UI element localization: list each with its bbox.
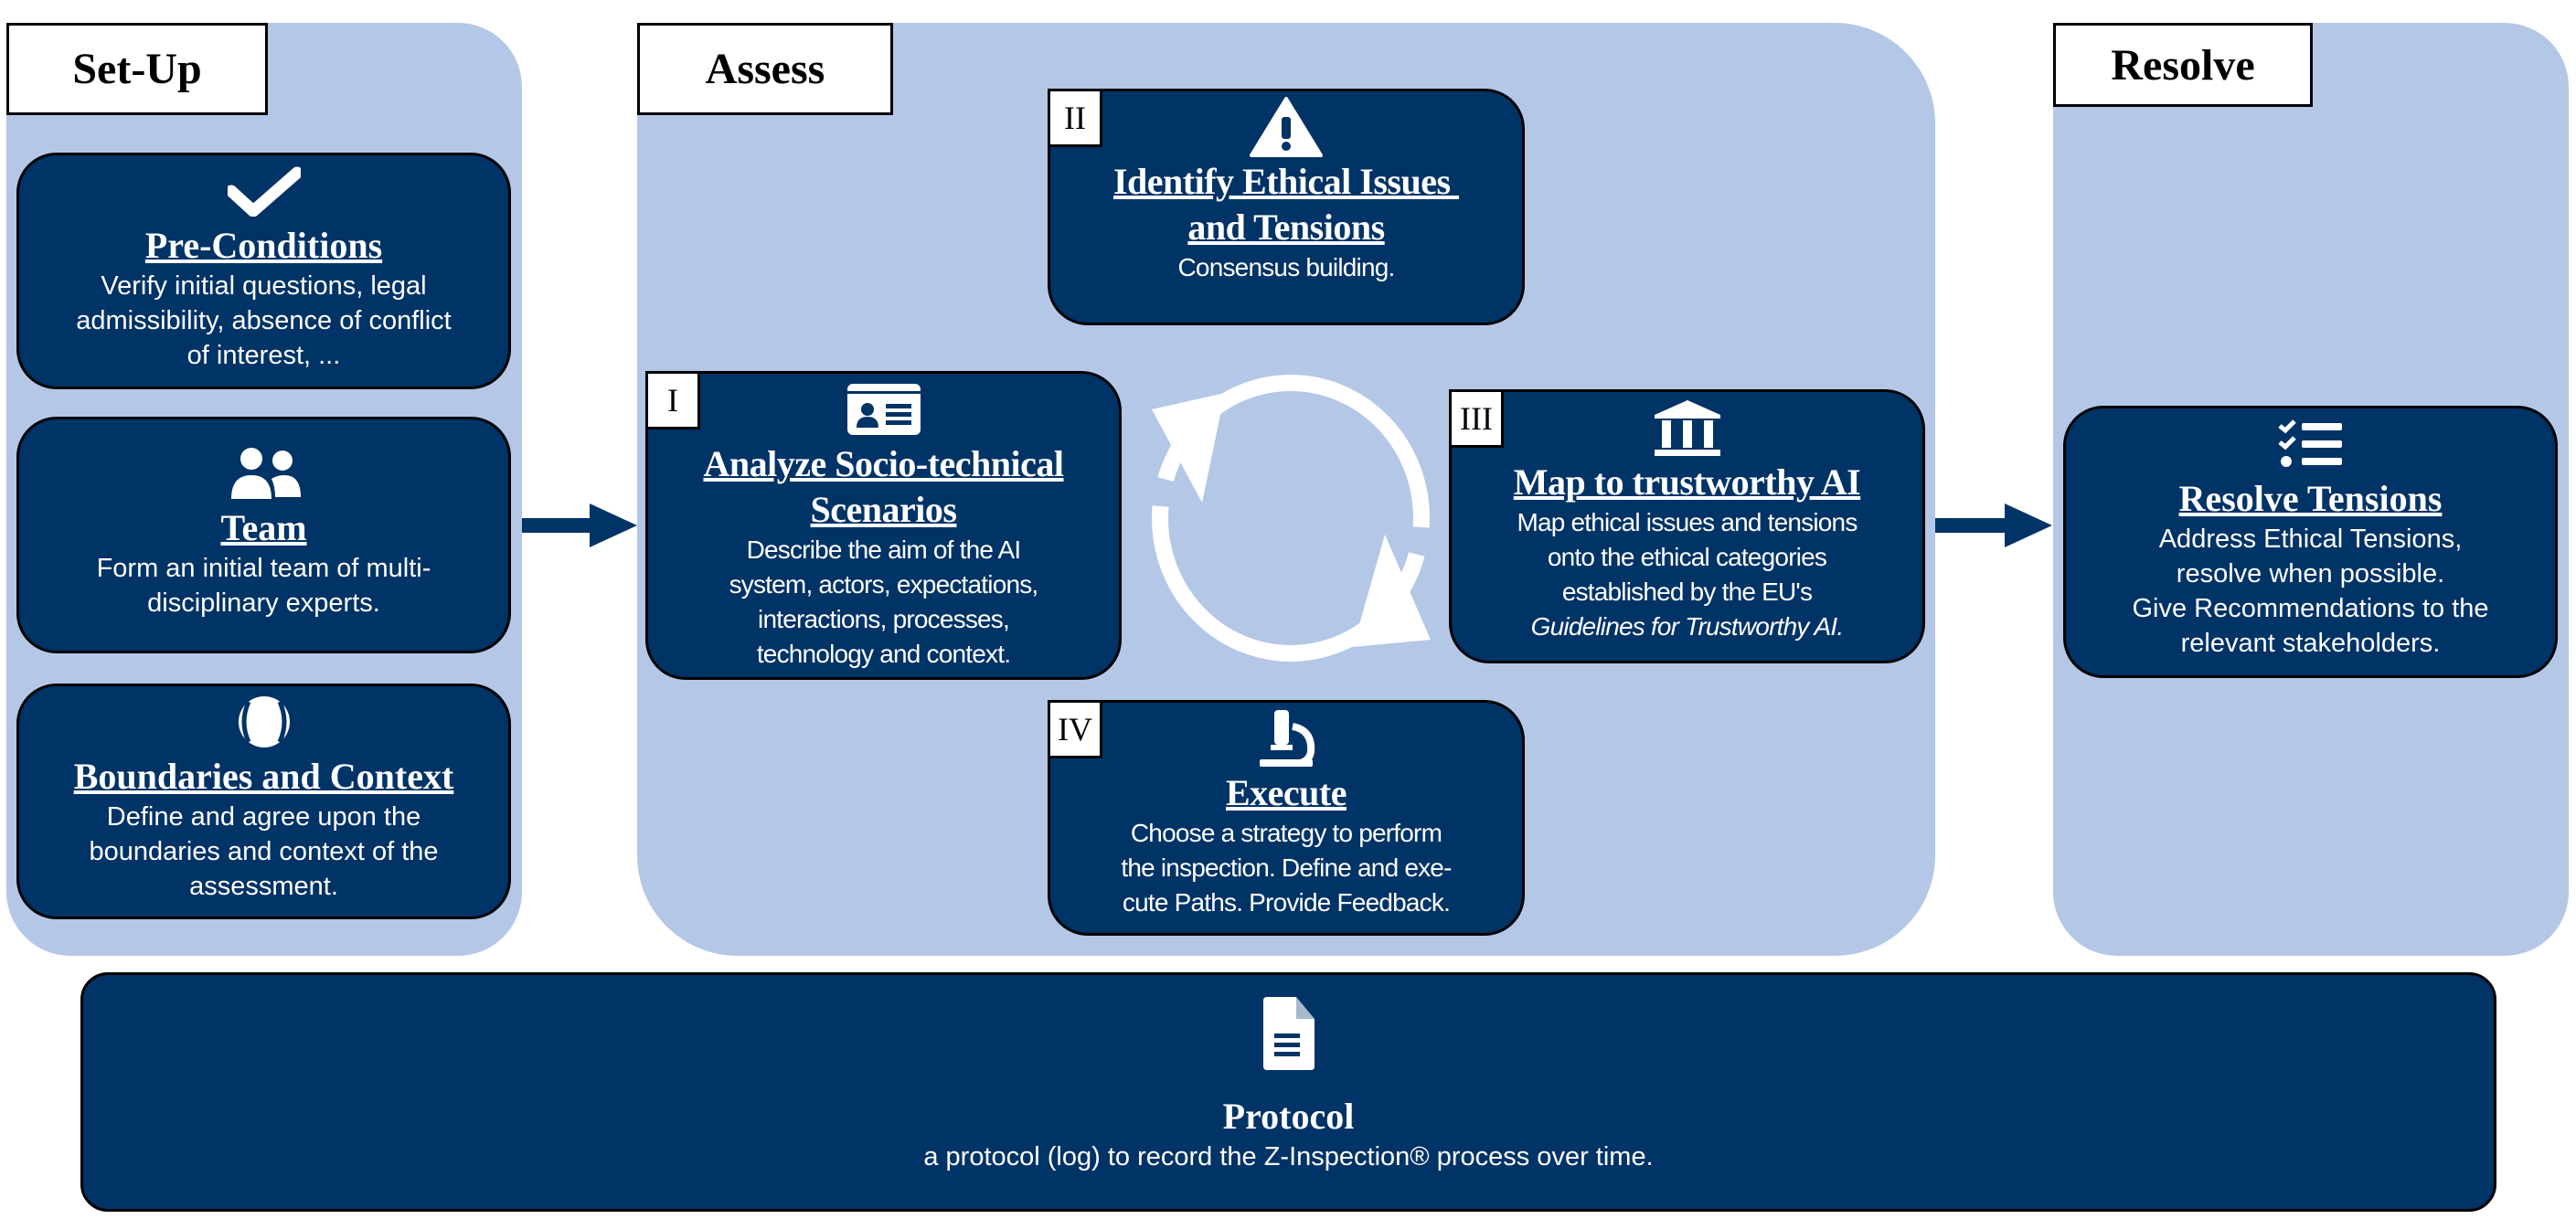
protocol-card: Protocol a protocol (log) to record the …: [80, 972, 2496, 1212]
pre-conditions-card: Pre-Conditions Verify initial questions,…: [16, 153, 511, 389]
step-number: II: [1048, 89, 1102, 147]
protocol-title: Protocol: [1222, 1096, 1355, 1137]
institution-icon: [1653, 399, 1722, 456]
step-number: I: [645, 371, 700, 429]
card-title: Execute: [1225, 772, 1347, 813]
card-text: Choose a strategy to perform the inspecti…: [1121, 819, 1452, 917]
card-text: Map ethical issues and tensions onto the …: [1517, 508, 1857, 641]
warning-icon: [1250, 97, 1323, 157]
analyze-card: I Analyze Socio-technical Scenarios Descr…: [645, 371, 1122, 680]
card-title: Pre-Conditions: [144, 225, 383, 266]
step-number: IV: [1048, 700, 1102, 758]
map-trustworthy-card: III Map to trustworthy AI Map ethical is…: [1449, 389, 1925, 663]
card-title: Identify Ethical Issues and Tensions: [1112, 161, 1460, 248]
card-text: Consensus building.: [1177, 253, 1396, 281]
users-icon: [226, 445, 303, 502]
card-title: Boundaries and Context: [73, 756, 454, 797]
card-text: Address Ethical Tensions, resolve when po…: [2132, 525, 2489, 658]
id-card-icon: [846, 381, 921, 438]
step-number: III: [1449, 389, 1504, 448]
team-card: Team Form an initial team of multi-disci…: [16, 417, 511, 653]
card-title: Analyze Socio-technical Scenarios: [703, 443, 1065, 530]
baseball-icon: [232, 694, 296, 750]
assess-label: Assess: [637, 23, 893, 115]
card-text: Describe the aim of the AI system, actors…: [729, 535, 1039, 668]
setup-label: Set-Up: [6, 23, 268, 115]
execute-card: IV Execute Choose a strategy to perform t…: [1048, 700, 1525, 936]
card-text: Verify initial questions, legal admissibi…: [76, 271, 452, 370]
card-title: Resolve Tensions: [2178, 478, 2443, 519]
card-title: Team: [220, 507, 307, 548]
identify-issues-card: II Identify Ethical Issues and Tensions …: [1048, 89, 1525, 325]
checkmark-icon: [227, 163, 301, 219]
card-title: Map to trustworthy AI: [1513, 461, 1861, 503]
card-text: Form an initial team of multi-disciplina…: [96, 554, 431, 618]
checklist-icon: [2277, 416, 2344, 472]
document-icon: [1261, 995, 1316, 1072]
card-text: Define and agree upon the boundaries and …: [89, 802, 439, 901]
boundaries-card: Boundaries and Context Define and agree …: [16, 684, 511, 919]
resolve-tensions-card: Resolve Tensions Address Ethical Tension…: [2063, 406, 2558, 678]
microscope-icon: [1254, 710, 1318, 767]
protocol-text: a protocol (log) to record the Z-Inspect…: [923, 1142, 1654, 1171]
arrow-right-icon: [1935, 504, 2052, 547]
arrow-right-icon: [522, 504, 637, 547]
cycle-arrows-icon: [1152, 375, 1431, 662]
resolve-label: Resolve: [2053, 23, 2313, 107]
